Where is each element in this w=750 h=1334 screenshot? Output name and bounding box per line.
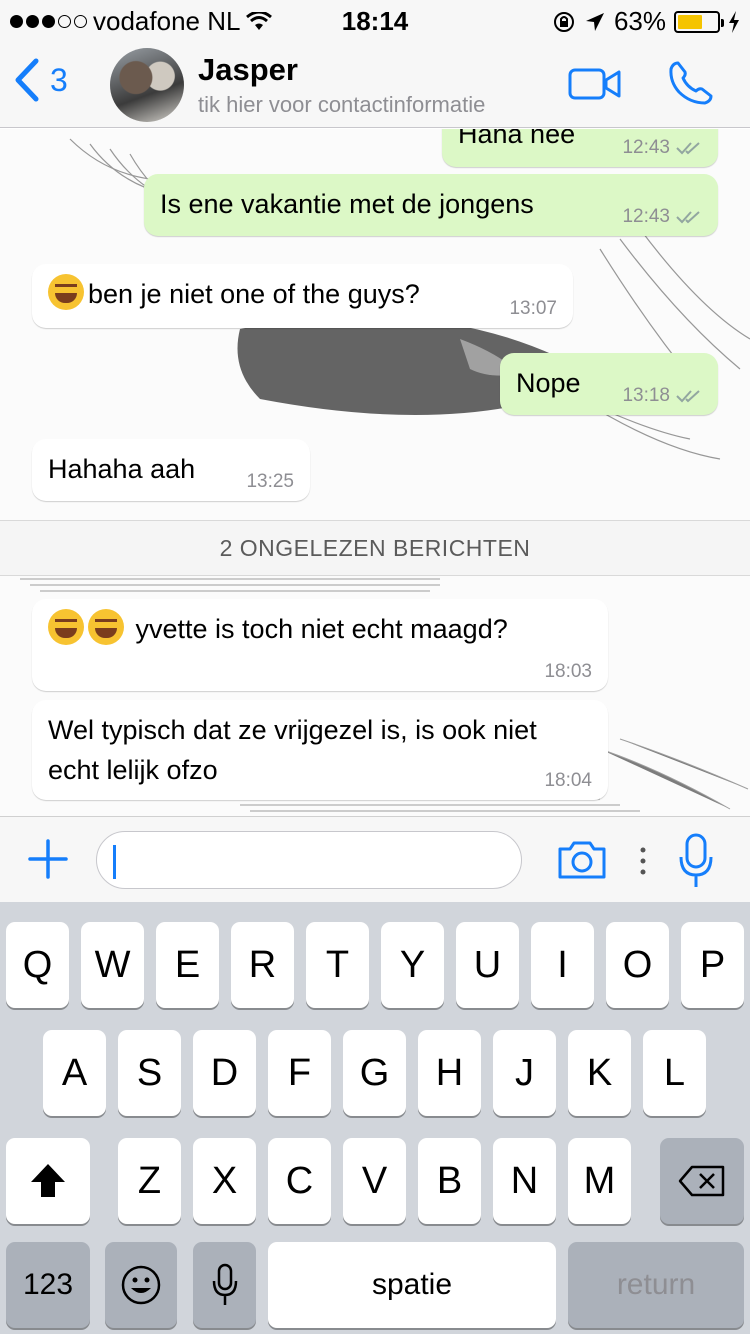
shift-key[interactable] bbox=[6, 1138, 90, 1224]
video-call-icon[interactable] bbox=[568, 66, 622, 102]
microphone-icon[interactable] bbox=[678, 833, 714, 889]
tears-of-joy-emoji bbox=[48, 274, 84, 310]
microphone-icon bbox=[212, 1263, 237, 1305]
double-check-icon bbox=[676, 142, 700, 155]
message-meta: 18:03 bbox=[544, 661, 592, 683]
message-time: 12:43 bbox=[622, 137, 670, 158]
key-a[interactable]: A bbox=[43, 1030, 106, 1116]
key-k[interactable]: K bbox=[568, 1030, 631, 1116]
camera-icon[interactable] bbox=[556, 839, 608, 881]
plus-icon[interactable] bbox=[28, 839, 68, 879]
message-meta: 13:07 bbox=[509, 298, 557, 320]
message-text: Wel typisch dat ze vrijgezel is, is ook … bbox=[48, 715, 537, 785]
keyboard: Q W E R T Y U I O P A S D F G H J K L Z … bbox=[0, 902, 750, 1334]
double-check-icon bbox=[676, 211, 700, 224]
key-t[interactable]: T bbox=[306, 922, 369, 1008]
chat-header: 3 Jasper tik hier voor contactinformatie bbox=[0, 40, 750, 128]
status-bar: vodafone NL 18:14 63% bbox=[0, 0, 750, 40]
text-caret bbox=[113, 845, 116, 879]
space-key[interactable]: spatie bbox=[268, 1242, 556, 1328]
message-meta: 18:04 bbox=[544, 770, 592, 792]
key-b[interactable]: B bbox=[418, 1138, 481, 1224]
message-time: 18:03 bbox=[544, 661, 592, 682]
key-r[interactable]: R bbox=[231, 922, 294, 1008]
contact-info-hint[interactable]: tik hier voor contactinformatie bbox=[198, 92, 485, 118]
tears-of-joy-emoji bbox=[88, 609, 124, 645]
shift-icon bbox=[31, 1164, 65, 1197]
chat-area[interactable]: Haha nee 12:43 Is ene vakantie met de jo… bbox=[0, 129, 750, 816]
double-check-icon bbox=[676, 390, 700, 403]
key-z[interactable]: Z bbox=[118, 1138, 181, 1224]
message-bubble[interactable]: ben je niet one of the guys? 13:07 bbox=[32, 264, 573, 328]
backspace-key[interactable] bbox=[660, 1138, 744, 1224]
message-bubble[interactable]: Hahaha aah 13:25 bbox=[32, 439, 310, 501]
message-meta: 13:25 bbox=[246, 471, 294, 493]
key-g[interactable]: G bbox=[343, 1030, 406, 1116]
key-j[interactable]: J bbox=[493, 1030, 556, 1116]
backspace-icon bbox=[678, 1165, 725, 1197]
message-time: 13:25 bbox=[246, 471, 294, 492]
charging-icon bbox=[729, 10, 739, 33]
key-s[interactable]: S bbox=[118, 1030, 181, 1116]
key-l[interactable]: L bbox=[643, 1030, 706, 1116]
avatar[interactable] bbox=[110, 48, 184, 122]
location-icon bbox=[585, 12, 604, 31]
message-bubble[interactable]: Haha nee 12:43 bbox=[442, 129, 718, 167]
message-text: ben je niet one of the guys? bbox=[88, 279, 420, 309]
message-meta: 12:43 bbox=[622, 137, 702, 159]
contact-name[interactable]: Jasper bbox=[198, 52, 298, 88]
unread-messages-banner: 2 ONGELEZEN BERICHTEN bbox=[0, 520, 750, 576]
key-m[interactable]: M bbox=[568, 1138, 631, 1224]
return-key[interactable]: return bbox=[568, 1242, 744, 1328]
back-chevron-icon bbox=[15, 58, 39, 102]
key-x[interactable]: X bbox=[193, 1138, 256, 1224]
message-text: Is ene vakantie met de jongens bbox=[160, 189, 534, 219]
status-right: 63% bbox=[552, 6, 740, 37]
dictation-key[interactable] bbox=[193, 1242, 256, 1328]
message-bubble[interactable]: Wel typisch dat ze vrijgezel is, is ook … bbox=[32, 700, 608, 800]
emoji-key[interactable] bbox=[105, 1242, 177, 1328]
tears-of-joy-emoji bbox=[48, 609, 84, 645]
back-button[interactable]: 3 bbox=[14, 58, 68, 102]
key-q[interactable]: Q bbox=[6, 922, 69, 1008]
emoji-icon bbox=[121, 1265, 161, 1305]
battery-percent: 63% bbox=[613, 6, 666, 36]
message-text: yvette is toch niet echt maagd? bbox=[135, 614, 508, 644]
message-bubble[interactable]: yvette is toch niet echt maagd? 18:03 bbox=[32, 599, 608, 691]
key-i[interactable]: I bbox=[531, 922, 594, 1008]
message-time: 18:04 bbox=[544, 770, 592, 791]
lock-rotation-icon bbox=[553, 11, 574, 32]
message-meta: 13:18 bbox=[622, 385, 702, 407]
message-bubble[interactable]: Nope 13:18 bbox=[500, 353, 718, 415]
key-n[interactable]: N bbox=[493, 1138, 556, 1224]
key-h[interactable]: H bbox=[418, 1030, 481, 1116]
key-o[interactable]: O bbox=[606, 922, 669, 1008]
more-dots-icon[interactable] bbox=[640, 847, 646, 875]
key-w[interactable]: W bbox=[81, 922, 144, 1008]
battery-icon bbox=[674, 10, 724, 33]
key-f[interactable]: F bbox=[268, 1030, 331, 1116]
key-v[interactable]: V bbox=[343, 1138, 406, 1224]
composer-bar bbox=[0, 816, 750, 902]
key-c[interactable]: C bbox=[268, 1138, 331, 1224]
unread-chats-count: 3 bbox=[50, 61, 68, 98]
key-u[interactable]: U bbox=[456, 922, 519, 1008]
message-time: 13:18 bbox=[622, 385, 670, 406]
key-e[interactable]: E bbox=[156, 922, 219, 1008]
message-time: 13:07 bbox=[509, 298, 557, 319]
message-input[interactable] bbox=[96, 831, 522, 889]
message-time: 12:43 bbox=[622, 206, 670, 227]
phone-icon[interactable] bbox=[668, 60, 714, 106]
key-p[interactable]: P bbox=[681, 922, 744, 1008]
key-y[interactable]: Y bbox=[381, 922, 444, 1008]
numbers-key[interactable]: 123 bbox=[6, 1242, 90, 1328]
message-meta: 12:43 bbox=[622, 206, 702, 228]
message-bubble[interactable]: Is ene vakantie met de jongens 12:43 bbox=[144, 174, 718, 236]
key-d[interactable]: D bbox=[193, 1030, 256, 1116]
